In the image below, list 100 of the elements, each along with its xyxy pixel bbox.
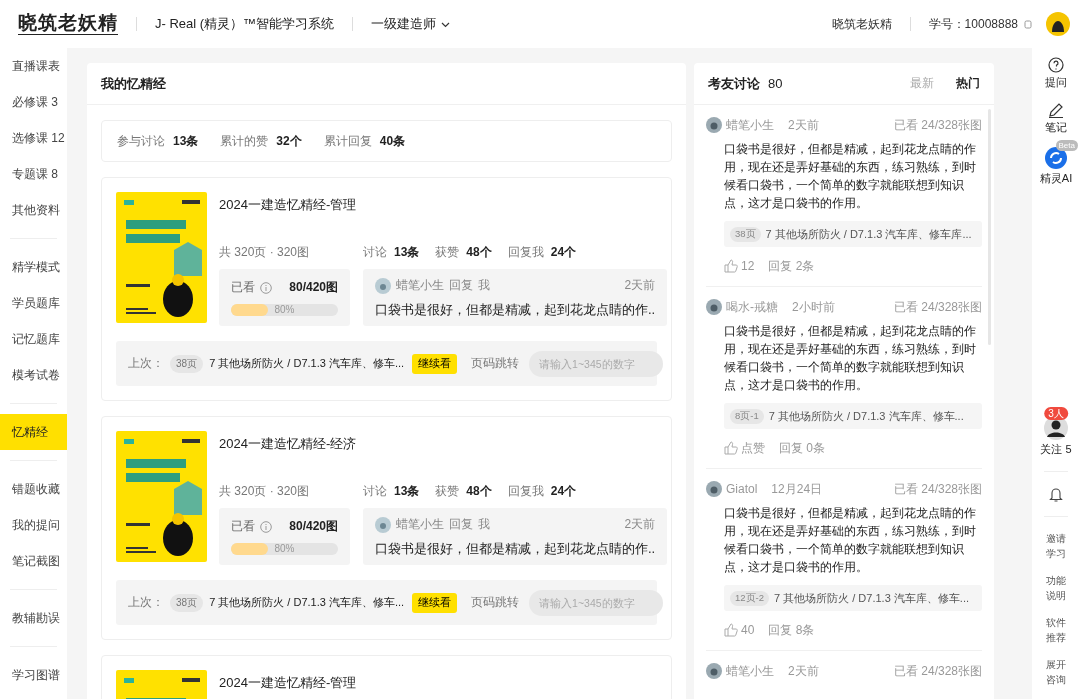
sidebar-item[interactable]: 忆精经 (0, 414, 67, 450)
comment-text: 口袋书是很好，但都是精减，起到花龙点睛的作用，现在还是弄好基础的东西，练习熟练，到时候看口袋书，一个简单的数字就能联想到知识点，这才是口袋书的作用。 (724, 141, 977, 212)
info-icon[interactable] (260, 520, 272, 533)
stat-value: 24个 (550, 483, 577, 500)
sidebar-item[interactable]: 直播课表 (0, 48, 67, 84)
stat-label: 获赞 (435, 244, 460, 261)
sidebar-item[interactable]: 必修课 3 (0, 84, 67, 120)
progress-percent: 80% (273, 543, 296, 555)
user-avatar (706, 481, 722, 497)
sidebar-item[interactable]: 专题课 8 (0, 156, 67, 192)
chapter-link[interactable]: 8页-1 7 其他场所防火 / D7.1.3 汽车库、修车... (724, 403, 982, 429)
help-icon (1048, 57, 1064, 73)
sidebar-item[interactable]: 教辅勘误 (0, 600, 67, 636)
pencil-icon (1048, 102, 1064, 118)
sidebar-item[interactable]: 我的提问 (0, 507, 67, 543)
stat-value: 13条 (394, 244, 420, 261)
page-tag: 8页-1 (730, 408, 764, 424)
sidebar-item[interactable]: 模考试卷 (0, 357, 67, 393)
sidebar-item[interactable]: 学员题库 (0, 285, 67, 321)
chapter-link[interactable]: 12页-2 7 其他场所防火 / D7.1.3 汽车库、修车... (724, 585, 982, 611)
book-title[interactable]: 2024一建造忆精经-经济 (219, 435, 657, 453)
stat-label: 回复我 (507, 244, 544, 261)
system-title: J- Real (精灵）™智能学习系统 (155, 15, 335, 33)
jump-label: 页码跳转 (471, 594, 520, 611)
reply-time: 2天前 (624, 277, 656, 294)
caret-icon (441, 20, 451, 28)
thumbs-up-icon (724, 441, 738, 455)
rail-tool[interactable]: 笔记 (1045, 102, 1067, 135)
sidebar-item[interactable]: 其他资料 (0, 192, 67, 228)
comment-text: 口袋书是很好，但都是精减，起到花龙点睛的作用，现在还是弄好基础的东西，练习熟练，到时候看口袋书，一个简单的数字就能联想到知识点，这才是口袋书的作用。 (724, 505, 977, 576)
sidebar-item[interactable]: 精学模式 (0, 249, 67, 285)
copy-icon[interactable] (1024, 19, 1032, 29)
progress-count: 80/420图 (289, 279, 338, 296)
summary-label: 累计的赞 (220, 132, 269, 150)
progress-label: 已看 (231, 518, 255, 535)
page-count: 共 320页 · 320图 (219, 244, 311, 261)
comment-time: 2天前 (788, 662, 819, 680)
continue-button[interactable]: 继续看 (412, 353, 458, 374)
chapter-text: 7 其他场所防火 / D7.1.3 汽车库、修车... (774, 590, 969, 606)
user-name: 蜡笔小生 (726, 662, 774, 680)
exam-selector[interactable]: 一级建造师 (371, 15, 451, 33)
sidebar-item[interactable]: 记忆题库 (0, 321, 67, 357)
panel-title: 我的忆精经 (101, 74, 166, 93)
reply-action: 回复 (449, 277, 473, 294)
sidebar-item[interactable]: 笔记截图 (0, 543, 67, 579)
thumbs-up-icon (724, 623, 738, 637)
user-name: 蜡笔小生 (396, 277, 444, 294)
user-avatar (375, 516, 391, 533)
logo: 晓筑老妖精 (18, 13, 118, 35)
chapter-text: 7 其他场所防火 / D7.1.3 汽车库、修车库... (765, 226, 972, 242)
sidebar-item[interactable]: 错题收藏 (0, 471, 67, 507)
stat-label: 讨论 (363, 483, 387, 500)
reply-preview[interactable]: 蜡笔小生 回复 我 2天前 口袋书是很好，但都是精减，起到花龙点睛的作.. (363, 508, 668, 565)
summary-value: 32个 (276, 132, 302, 150)
summary-value: 13条 (173, 132, 199, 150)
chapter-link[interactable]: 38页 7 其他场所防火 / D7.1.3 汽车库、修车库... (724, 221, 982, 247)
viewed-count: 已看 24/328张图 (893, 480, 982, 498)
reply-preview[interactable]: 蜡笔小生 回复 我 2天前 口袋书是很好，但都是精减，起到花龙点睛的作.. (363, 269, 668, 326)
stat-value: 48个 (466, 483, 492, 500)
info-icon[interactable] (260, 281, 272, 294)
reply-time: 2天前 (624, 516, 656, 533)
last-read-label: 上次： (128, 594, 164, 611)
rail-link[interactable]: 邀请学习 (1046, 531, 1066, 561)
bell-icon[interactable] (1048, 486, 1064, 502)
student-id: 学号：10008888 (928, 15, 1018, 33)
reply-text: 口袋书是很好，但都是精减，起到花龙点睛的作.. (375, 301, 656, 319)
sidebar-item[interactable]: 学习图谱 (0, 657, 67, 693)
jump-label: 页码跳转 (471, 355, 520, 372)
panel-title: 考友讨论 (708, 74, 760, 93)
viewed-count: 已看 24/328张图 (893, 116, 982, 134)
rail-link[interactable]: 软件推荐 (1046, 615, 1066, 645)
username: 晓筑老妖精 (831, 15, 892, 33)
sort-tab[interactable]: 热门 (942, 75, 980, 92)
continue-button[interactable]: 继续看 (412, 592, 458, 613)
viewed-count: 已看 24/328张图 (893, 298, 982, 316)
comment-text: 口袋书是很好，但都是精减，起到花龙点睛的作用，现在还是弄好基础的东西，练习熟练，到时候看口袋书，一个简单的数字就能联想到知识点，这才是口袋书的作用。 (724, 323, 977, 394)
stat-label: 回复我 (507, 483, 544, 500)
rail-link[interactable]: 功能说明 (1046, 573, 1066, 603)
stat-value: 48个 (466, 244, 492, 261)
chapter-text: 7 其他场所防火 / D7.1.3 汽车库、修车... (768, 408, 964, 424)
page-tag: 38页 (170, 354, 204, 373)
summary-label: 累计回复 (323, 132, 372, 150)
page-tag: 38页 (730, 226, 761, 242)
user-avatar (706, 299, 722, 315)
follower-badge: 3人 (1044, 407, 1068, 420)
chapter-text[interactable]: 7 其他场所防火 / D7.1.3 汽车库、修车... (209, 356, 405, 371)
follow-label[interactable]: 关注 5 (1040, 442, 1072, 457)
user-name: 蜡笔小生 (396, 516, 444, 533)
rail-tool[interactable]: 提问 (1045, 57, 1067, 90)
user-avatar[interactable] (1046, 12, 1070, 36)
progress-percent: 80% (273, 304, 296, 316)
comment-time: 2小时前 (792, 298, 835, 316)
chapter-text[interactable]: 7 其他场所防火 / D7.1.3 汽车库、修车... (209, 595, 405, 610)
book-title[interactable]: 2024一建造忆精经-管理 (219, 674, 657, 692)
sidebar-item[interactable]: 选修课 12 (0, 120, 67, 156)
discussion-count: 80 (768, 76, 783, 91)
user-avatar (706, 117, 722, 133)
book-title[interactable]: 2024一建造忆精经-管理 (219, 196, 657, 214)
rail-link[interactable]: 展开咨询 (1046, 657, 1066, 687)
progress-label: 已看 (231, 279, 255, 296)
